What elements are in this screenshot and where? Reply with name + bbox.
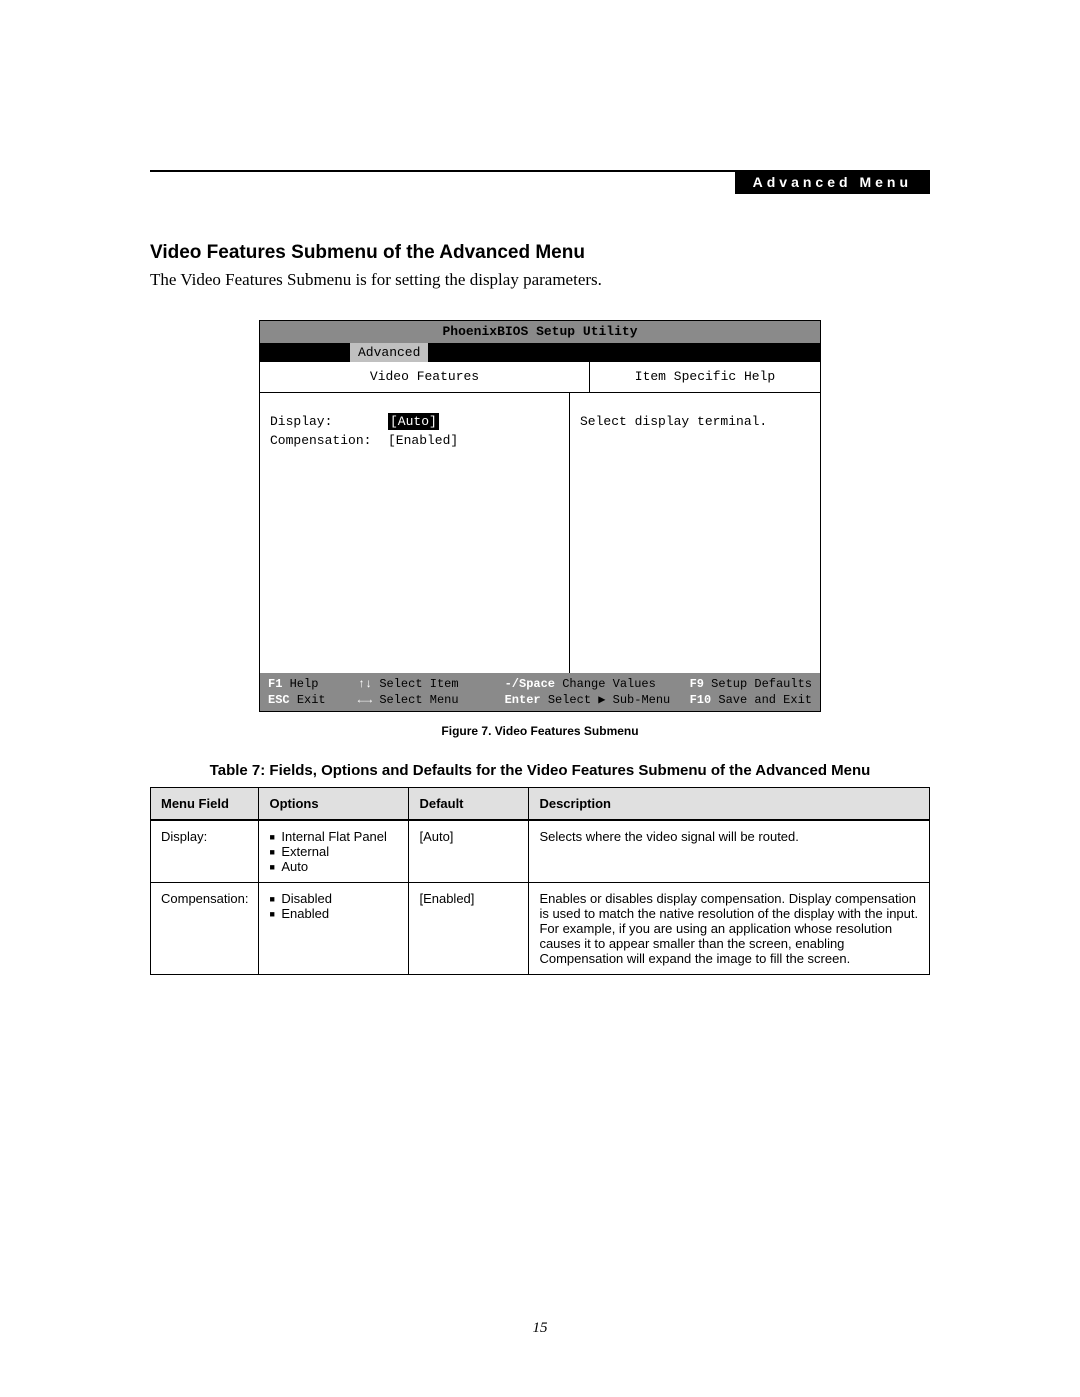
page-number: 15 [0, 1320, 1080, 1337]
document-page: Advanced Menu Video Features Submenu of … [0, 0, 1080, 1397]
option-item: Internal Flat Panel [269, 829, 398, 844]
bios-key-label: Exit [297, 693, 326, 707]
table-row: Compensation:DisabledEnabled[Enabled]Ena… [151, 883, 930, 975]
bios-field-compensation: Compensation: [Enabled] [270, 432, 559, 450]
section-title: Video Features Submenu of the Advanced M… [150, 242, 930, 264]
bios-menubar: Advanced [260, 343, 820, 363]
th-default: Default [409, 788, 529, 821]
th-menu-field: Menu Field [151, 788, 259, 821]
bios-footer: F1 Help ↑↓ Select Item -/Space Change Va… [260, 673, 820, 711]
option-item: Disabled [269, 891, 398, 906]
bios-key-label: Select Item [379, 677, 458, 691]
section-intro: The Video Features Submenu is for settin… [150, 270, 930, 290]
bios-key-label: Setup Defaults [711, 677, 812, 691]
bios-key: F10 [690, 693, 712, 707]
bios-key: ESC [268, 693, 290, 707]
bios-help-text: Select display terminal. [580, 413, 810, 431]
figure-caption: Figure 7. Video Features Submenu [150, 724, 930, 738]
cell-menu-field: Display: [151, 820, 259, 883]
option-item: Auto [269, 859, 398, 874]
table-caption: Table 7: Fields, Options and Defaults fo… [150, 762, 930, 779]
bios-field-value-selected: [Auto] [388, 413, 439, 431]
bios-body: Display: [Auto] Compensation: [Enabled] … [260, 393, 820, 673]
options-table-body: Display:Internal Flat PanelExternalAuto[… [151, 820, 930, 975]
bios-tab-advanced: Advanced [350, 343, 428, 363]
bios-screenshot: PhoenixBIOS Setup Utility Advanced Video… [259, 320, 821, 712]
bios-key-label: Select ▶ Sub-Menu [548, 693, 670, 707]
table-header-row: Menu Field Options Default Description [151, 788, 930, 821]
th-options: Options [259, 788, 409, 821]
bios-footer-row-1: F1 Help ↑↓ Select Item -/Space Change Va… [268, 676, 812, 692]
bios-left-pane: Display: [Auto] Compensation: [Enabled] [260, 393, 570, 673]
bios-left-title: Video Features [260, 362, 590, 392]
bios-field-display: Display: [Auto] [270, 413, 559, 431]
bios-field-label: Compensation: [270, 432, 380, 450]
bios-key: Enter [505, 693, 541, 707]
running-header: Advanced Menu [150, 170, 930, 194]
th-description: Description [529, 788, 930, 821]
option-item: Enabled [269, 906, 398, 921]
bios-key: ←→ [358, 693, 372, 707]
bios-subtitle-row: Video Features Item Specific Help [260, 362, 820, 393]
cell-menu-field: Compensation: [151, 883, 259, 975]
bios-key-label: Help [290, 677, 319, 691]
bios-key: F1 [268, 677, 282, 691]
cell-description: Enables or disables display compensation… [529, 883, 930, 975]
bios-field-value: [Enabled] [388, 432, 458, 450]
bios-footer-row-2: ESC Exit ←→ Select Menu Enter Select ▶ S… [268, 692, 812, 708]
bios-key: -/Space [505, 677, 555, 691]
cell-default: [Auto] [409, 820, 529, 883]
cell-options: DisabledEnabled [259, 883, 409, 975]
bios-right-pane: Select display terminal. [570, 393, 820, 673]
bios-field-label: Display: [270, 413, 380, 431]
bios-title: PhoenixBIOS Setup Utility [260, 321, 820, 343]
options-table: Menu Field Options Default Description D… [150, 787, 930, 975]
bios-right-title: Item Specific Help [590, 362, 820, 392]
option-item: External [269, 844, 398, 859]
cell-description: Selects where the video signal will be r… [529, 820, 930, 883]
cell-default: [Enabled] [409, 883, 529, 975]
header-tag: Advanced Menu [735, 170, 930, 194]
cell-options: Internal Flat PanelExternalAuto [259, 820, 409, 883]
bios-key-label: Save and Exit [718, 693, 812, 707]
bios-key-label: Change Values [562, 677, 656, 691]
table-row: Display:Internal Flat PanelExternalAuto[… [151, 820, 930, 883]
bios-key: F9 [690, 677, 704, 691]
bios-key-label: Select Menu [379, 693, 458, 707]
bios-key: ↑↓ [358, 677, 372, 691]
